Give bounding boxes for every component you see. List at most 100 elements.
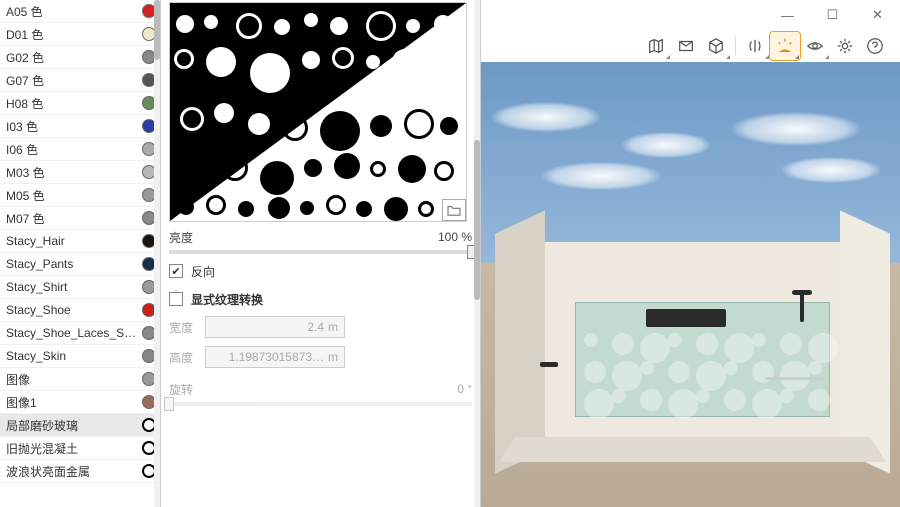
tool-section-button[interactable] [671, 32, 701, 60]
material-row[interactable]: 局部磨砂玻璃 [0, 414, 160, 437]
material-scroll-thumb[interactable] [154, 0, 160, 60]
width-input[interactable]: 2.4 m [205, 316, 345, 338]
material-row[interactable]: G07 色 [0, 69, 160, 92]
explicit-checkbox[interactable] [169, 292, 183, 306]
pattern-dot [366, 55, 380, 69]
pattern-dot [366, 11, 396, 41]
pattern-dot [356, 201, 372, 217]
glass-pattern-dot [780, 333, 802, 355]
material-row[interactable]: Stacy_Skin [0, 345, 160, 368]
glass-pattern-dot [668, 361, 690, 383]
pattern-dot [304, 13, 318, 27]
glass-pattern-dot [668, 389, 698, 419]
window-close-button[interactable]: ✕ [855, 0, 900, 30]
render-view[interactable] [481, 62, 900, 507]
pattern-dot [320, 111, 360, 151]
properties-scroll-thumb[interactable] [474, 140, 480, 300]
material-row[interactable]: M05 色 [0, 184, 160, 207]
glass-pattern-dot [696, 389, 710, 403]
glass-pattern-dot [640, 333, 670, 363]
glass-pattern-dot [584, 389, 614, 419]
material-row[interactable]: D01 色 [0, 23, 160, 46]
material-row[interactable]: 图像 [0, 368, 160, 391]
section-icon [677, 37, 695, 55]
glass-pattern-dot [780, 389, 794, 403]
material-row[interactable]: I06 色 [0, 138, 160, 161]
window-minimize-button[interactable]: — [765, 0, 810, 30]
glass-pattern-dot [808, 333, 838, 363]
cloud [491, 102, 601, 132]
material-row[interactable]: H08 色 [0, 92, 160, 115]
pattern-dot [274, 19, 290, 35]
invert-checkbox[interactable] [169, 264, 183, 278]
glass-pattern-dot [752, 389, 782, 419]
pattern-dot [370, 161, 386, 177]
glass-pattern-dot [612, 333, 634, 355]
tool-settings-button[interactable] [830, 32, 860, 60]
glass-pattern-dot [724, 389, 746, 411]
gear-icon [836, 37, 854, 55]
material-label: Stacy_Skin [6, 349, 142, 363]
material-row[interactable]: M03 色 [0, 161, 160, 184]
material-label: 旧抛光混凝土 [6, 440, 142, 457]
pattern-dot [250, 53, 290, 93]
pattern-dot [428, 53, 450, 75]
glass-partition [575, 302, 830, 417]
material-row[interactable]: G02 色 [0, 46, 160, 69]
tool-map-button[interactable] [641, 32, 671, 60]
material-row[interactable]: A05 色 [0, 0, 160, 23]
viewport-toolbar [481, 30, 900, 62]
faucet [540, 362, 558, 367]
window-maximize-button[interactable]: ☐ [810, 0, 855, 30]
material-row[interactable]: 旧抛光混凝土 [0, 437, 160, 460]
material-row[interactable]: M07 色 [0, 207, 160, 230]
tool-box-button[interactable] [701, 32, 731, 60]
material-row[interactable]: Stacy_Shirt [0, 276, 160, 299]
material-row[interactable]: I03 色 [0, 115, 160, 138]
material-scrollbar[interactable] [154, 0, 160, 507]
material-label: Stacy_Shoe [6, 303, 142, 317]
width-label: 宽度 [169, 319, 205, 336]
pattern-dot [206, 195, 226, 215]
explicit-label: 显式纹理转换 [191, 291, 263, 308]
invert-row[interactable]: 反向 [169, 260, 472, 282]
material-label: 波浪状亮面金属 [6, 463, 142, 480]
material-row[interactable]: 波浪状亮面金属 [0, 460, 160, 483]
pattern-dot [174, 49, 194, 69]
properties-scrollbar[interactable] [474, 0, 480, 507]
material-label: I06 色 [6, 141, 142, 158]
tool-mirror-button[interactable] [740, 32, 770, 60]
tool-help-button[interactable] [860, 32, 890, 60]
pattern-dot [440, 117, 458, 135]
rotate-handle[interactable] [164, 397, 174, 411]
material-row[interactable]: Stacy_Shoe [0, 299, 160, 322]
rotate-slider[interactable] [169, 402, 472, 406]
material-row[interactable]: Stacy_Pants [0, 253, 160, 276]
glass-pattern-dot [696, 333, 718, 355]
material-label: Stacy_Shoe_Laces_S… [6, 326, 142, 340]
pattern-dot [302, 51, 320, 69]
material-row[interactable]: Stacy_Hair [0, 230, 160, 253]
brightness-label: 亮度 [169, 229, 205, 246]
height-input[interactable]: 1.19873015873… m [205, 346, 345, 368]
material-label: G07 色 [6, 72, 142, 89]
tool-eye-button[interactable] [800, 32, 830, 60]
window-titlebar: — ☐ ✕ [481, 0, 900, 30]
material-label: 图像1 [6, 394, 142, 411]
pattern-dot [222, 155, 248, 181]
open-texture-button[interactable] [442, 199, 466, 221]
viewport-panel: — ☐ ✕ [481, 0, 900, 507]
material-label: Stacy_Shirt [6, 280, 142, 294]
pattern-dot [248, 113, 270, 135]
brightness-slider[interactable] [169, 250, 472, 254]
explicit-transform-row[interactable]: 显式纹理转换 [169, 288, 472, 310]
glass-pattern-dot [584, 361, 606, 383]
pattern-dot [370, 115, 392, 137]
pattern-dot [384, 197, 408, 221]
pattern-dot [176, 15, 194, 33]
material-row[interactable]: 图像1 [0, 391, 160, 414]
pattern-dot [332, 47, 354, 69]
material-row[interactable]: Stacy_Shoe_Laces_S… [0, 322, 160, 345]
glass-pattern-dot [612, 389, 626, 403]
tool-sun-button[interactable] [770, 32, 800, 60]
